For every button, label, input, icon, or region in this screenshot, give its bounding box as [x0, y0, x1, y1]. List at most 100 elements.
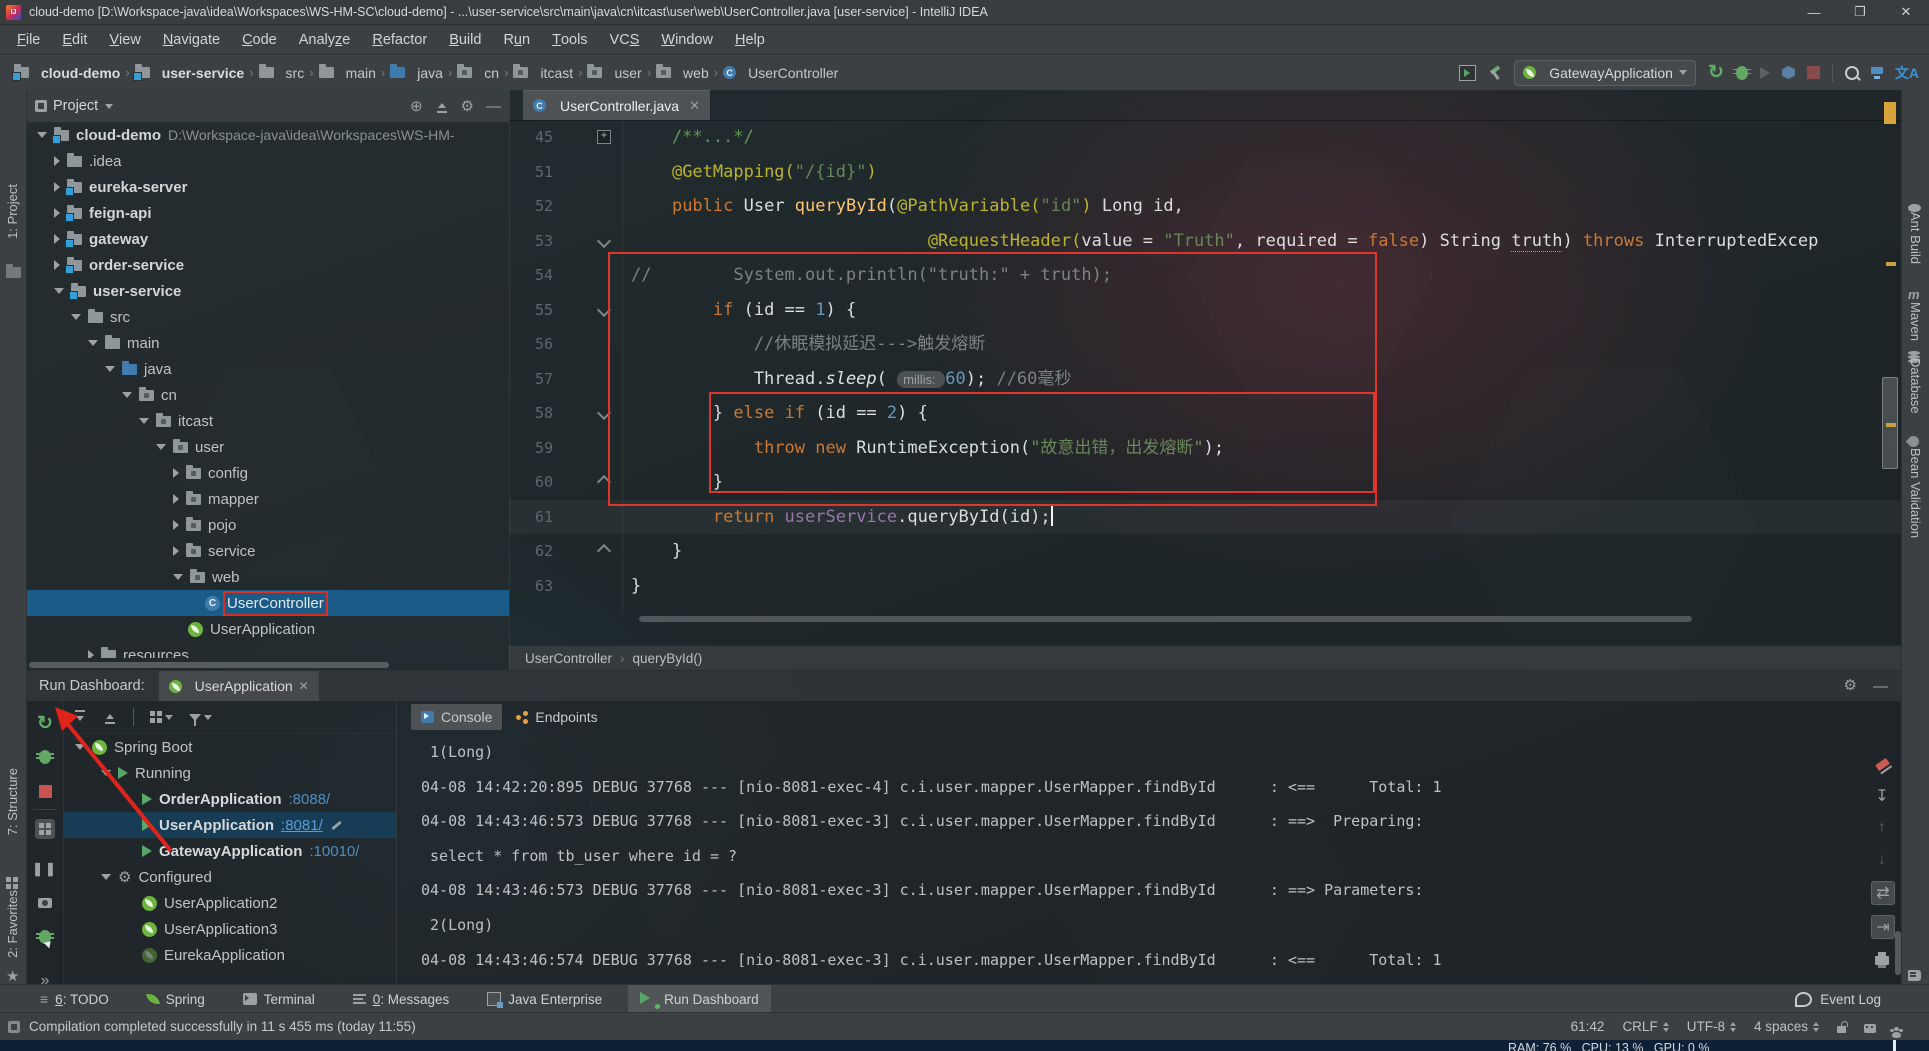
group-by-icon[interactable] — [150, 711, 173, 723]
tool-button-ant-build[interactable]: Ant Build — [1908, 212, 1923, 264]
menu-item-tools[interactable]: Tools — [541, 25, 598, 54]
code-line-45[interactable]: 45 + /**...*/ — [509, 120, 1902, 155]
filter-icon[interactable] — [189, 713, 212, 726]
code-line-55[interactable]: 55 if (id == 1) { — [509, 293, 1902, 328]
tool-window-button-java-enterprise[interactable]: Java Enterprise — [475, 985, 614, 1013]
tree-arrow-down-icon[interactable] — [88, 340, 98, 346]
tool-window-button-run-dashboard[interactable]: Run Dashboard — [628, 985, 771, 1013]
breadcrumb-item-java[interactable]: java — [390, 64, 443, 81]
editor-horizontal-scrollbar[interactable] — [639, 616, 1692, 622]
code-line-52[interactable]: 52 public User queryById(@PathVariable("… — [509, 189, 1902, 224]
menu-item-code[interactable]: Code — [231, 25, 288, 54]
code-line-51[interactable]: 51 @GetMapping("/{id}") — [509, 155, 1902, 190]
tree-arrow-right-icon[interactable] — [173, 546, 179, 556]
fold-marker-icon[interactable] — [593, 465, 615, 500]
tree-item-cn[interactable]: cn — [27, 382, 509, 408]
breadcrumb-item-web[interactable]: web — [656, 64, 709, 81]
tool-button-bean-validation[interactable]: Bean Validation — [1908, 448, 1923, 538]
application-port-link[interactable]: :10010/ — [309, 843, 359, 860]
pencil-icon[interactable] — [331, 820, 342, 830]
pause-output-icon[interactable]: ❚❚ — [32, 859, 56, 879]
tree-item-pojo[interactable]: pojo — [27, 512, 509, 538]
maximize-button[interactable]: ❐ — [1837, 0, 1883, 24]
menu-item-edit[interactable]: Edit — [51, 25, 98, 54]
console-output[interactable]: 1(Long) 04-08 14:42:20:895 DEBUG 37768 --… — [421, 735, 1858, 985]
paw-icon[interactable] — [1890, 1026, 1901, 1038]
clear-console-icon[interactable] — [1871, 751, 1893, 773]
application-port-link[interactable]: :8081/ — [281, 817, 323, 834]
close-tab-icon[interactable]: ✕ — [689, 98, 700, 114]
tab-console[interactable]: Console — [411, 704, 503, 730]
dashboard-item-running[interactable]: Running — [63, 760, 396, 786]
tree-item-java[interactable]: java — [27, 356, 509, 382]
menu-item-view[interactable]: View — [98, 25, 151, 54]
tree-arrow-right-icon[interactable] — [54, 156, 60, 166]
tool-button-structure[interactable]: 7: Structure — [5, 768, 20, 835]
up-stack-icon[interactable]: ↑ — [1871, 817, 1893, 839]
tree-item-order-service[interactable]: order-service — [27, 252, 509, 278]
tree-arrow-down-icon[interactable] — [156, 444, 166, 450]
tool-button-favorites[interactable]: 2: Favorites — [5, 890, 20, 958]
tree-item-gateway[interactable]: gateway — [27, 226, 509, 252]
tree-arrow-right-icon[interactable] — [54, 182, 60, 192]
coverage-run-icon[interactable] — [1781, 66, 1795, 79]
debug-icon[interactable] — [1732, 65, 1751, 80]
tree-item-main[interactable]: main — [27, 330, 509, 356]
dashboard-item-orderapplication[interactable]: OrderApplication:8088/ — [63, 786, 396, 812]
stop-application-icon[interactable] — [35, 781, 55, 801]
minimize-button[interactable]: — — [1791, 0, 1837, 24]
indent-widget[interactable]: 4 spaces — [1754, 1019, 1819, 1035]
tree-item-user[interactable]: user — [27, 434, 509, 460]
tree-arrow-down-icon[interactable] — [105, 366, 115, 372]
run-configuration-select[interactable]: GatewayApplication — [1514, 59, 1696, 86]
code-line-64[interactable]: 64 — [509, 603, 1902, 612]
code-line-58[interactable]: 58 } else if (id == 2) { — [509, 396, 1902, 431]
dashboard-item-gatewayapplication[interactable]: GatewayApplication:10010/ — [63, 838, 396, 864]
tree-item-eureka-server[interactable]: eureka-server — [27, 174, 509, 200]
run-dashboard-tab[interactable]: UserApplication ✕ — [158, 671, 319, 701]
translate-icon[interactable]: 文A — [1895, 63, 1919, 83]
tree-arrow-right-icon[interactable] — [54, 260, 60, 270]
tree-arrow-right-icon[interactable] — [54, 234, 60, 244]
bean-validation-icon[interactable] — [1905, 433, 1922, 450]
fold-marker-icon[interactable] — [593, 224, 615, 259]
tree-arrow-down-icon[interactable] — [122, 392, 132, 398]
tree-arrow-right-icon[interactable] — [88, 650, 94, 658]
word-book-icon[interactable] — [1908, 968, 1922, 982]
recent-locations-icon[interactable] — [1870, 66, 1883, 79]
ant-icon[interactable] — [1908, 196, 1922, 212]
code-line-54[interactable]: 54 // System.out.println("truth:" + truth… — [509, 258, 1902, 293]
hide-panel-icon[interactable]: — — [486, 98, 501, 115]
encoding-widget[interactable]: UTF-8 — [1687, 1019, 1736, 1035]
tree-item-service[interactable]: service — [27, 538, 509, 564]
fold-marker-icon[interactable] — [593, 396, 615, 431]
event-log-button[interactable]: Event Log — [1795, 991, 1881, 1007]
dashboard-item-userapplication[interactable]: UserApplication:8081/ — [63, 812, 396, 838]
code-line-63[interactable]: 63} — [509, 569, 1902, 604]
code-line-60[interactable]: 60 } — [509, 465, 1902, 500]
project-panel-title[interactable]: Project — [53, 98, 98, 114]
application-port-link[interactable]: :8088/ — [289, 791, 331, 808]
code-line-61[interactable]: 61 return userService.queryById(id); — [509, 499, 1902, 534]
breadcrumb-class[interactable]: UserController — [525, 651, 612, 666]
menu-item-build[interactable]: Build — [438, 25, 492, 54]
star-icon[interactable]: ★ — [6, 968, 20, 984]
toolwindow-toggle-icon[interactable] — [8, 1020, 20, 1033]
tree-arrow-down-icon[interactable] — [101, 770, 111, 776]
tree-item-config[interactable]: config — [27, 460, 509, 486]
fold-marker-icon[interactable] — [593, 534, 615, 569]
menu-item-window[interactable]: Window — [650, 25, 724, 54]
tree-item-resources[interactable]: resources — [27, 642, 509, 658]
attach-debugger-icon[interactable] — [35, 927, 55, 947]
dashboard-item-eurekaapplication[interactable]: EurekaApplication — [63, 942, 396, 968]
line-ending-widget[interactable]: CRLF — [1622, 1019, 1668, 1035]
code-line-59[interactable]: 59 throw new RuntimeException("故意出错，出发熔断… — [509, 431, 1902, 466]
tree-arrow-right-icon[interactable] — [173, 520, 179, 530]
dashboard-item-configured[interactable]: ⚙ Configured — [63, 864, 396, 890]
breadcrumb-method[interactable]: queryById() — [633, 651, 703, 666]
structure-grid-icon[interactable] — [6, 876, 20, 890]
tree-arrow-down-icon[interactable] — [37, 132, 47, 138]
run-icon[interactable] — [1759, 66, 1770, 79]
breadcrumb-item-itcast[interactable]: itcast — [513, 64, 573, 81]
tree-item-web[interactable]: web — [27, 564, 509, 590]
